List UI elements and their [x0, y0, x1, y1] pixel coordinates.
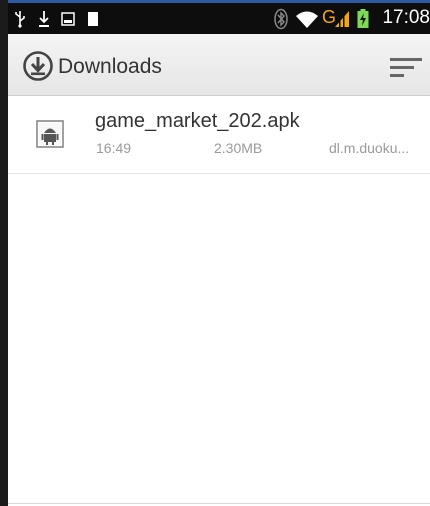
battery-charging-icon — [357, 9, 369, 28]
action-bar: Downloads — [8, 34, 430, 96]
android-apk-icon — [36, 120, 64, 148]
signal-icon — [335, 11, 349, 27]
sort-icon[interactable] — [388, 54, 424, 80]
file-size: 2.30MB — [214, 140, 263, 156]
downloads-screen: G 17:08 Downloads game_market_202.apk 16… — [8, 0, 430, 506]
download-icon — [39, 11, 49, 27]
file-source: dl.m.duoku... — [329, 140, 410, 156]
wifi-icon — [296, 11, 318, 28]
page-title: Downloads — [58, 55, 162, 78]
status-bar: G 17:08 — [8, 0, 430, 34]
image-icon — [61, 12, 75, 26]
screen-edge — [0, 0, 8, 506]
download-list-item[interactable]: game_market_202.apk 16:49 2.30MB dl.m.du… — [8, 96, 430, 174]
battery-small-icon — [88, 12, 98, 26]
bluetooth-icon — [274, 8, 288, 30]
file-name: game_market_202.apk — [95, 110, 300, 132]
usb-icon — [15, 11, 25, 28]
file-time: 16:49 — [96, 140, 132, 156]
download-circle-icon[interactable] — [22, 50, 54, 82]
device-frame: G 17:08 Downloads game_market_202.apk 16… — [0, 0, 430, 506]
status-time: 17:08 — [382, 7, 430, 28]
bottom-divider — [8, 503, 430, 504]
